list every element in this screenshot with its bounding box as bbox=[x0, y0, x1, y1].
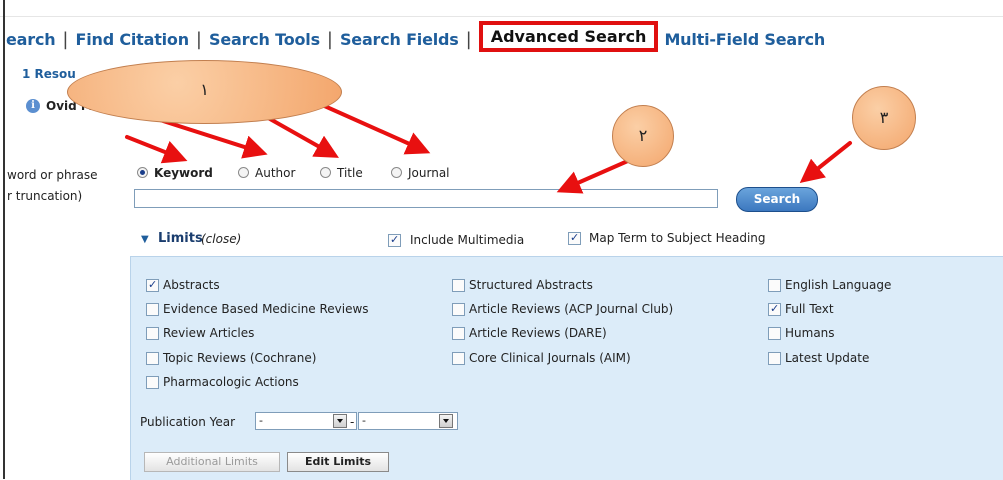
arrow-to-search-box bbox=[556, 158, 632, 194]
annotation-number: ١ bbox=[200, 80, 209, 99]
arrow-to-journal bbox=[318, 102, 431, 155]
annotation-callout-1: ١ bbox=[67, 60, 342, 124]
annotation-number: ٣ bbox=[879, 108, 889, 127]
arrow-to-search-button bbox=[799, 141, 852, 183]
annotation-number: ٢ bbox=[638, 126, 648, 145]
arrow-to-author bbox=[158, 118, 268, 159]
arrow-to-keyword bbox=[125, 135, 188, 164]
annotation-callout-3: ٣ bbox=[852, 86, 916, 150]
annotation-callout-2: ٢ bbox=[612, 105, 674, 167]
